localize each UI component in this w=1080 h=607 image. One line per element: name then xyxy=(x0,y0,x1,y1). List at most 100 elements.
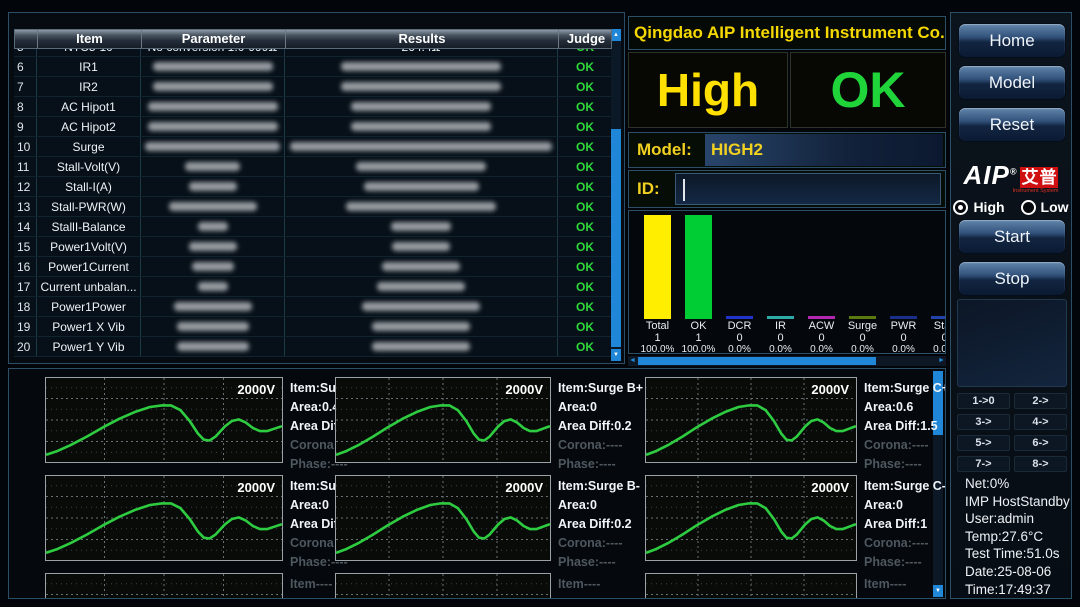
radio-high[interactable]: High xyxy=(953,199,1004,215)
parameter-cell xyxy=(141,277,285,296)
start-button[interactable]: Start xyxy=(958,219,1066,254)
item-cell: NTC5-10 xyxy=(37,49,141,56)
redacted-result xyxy=(392,242,450,251)
model-label: Model: xyxy=(629,133,703,167)
table-row[interactable]: 16Power1CurrentOK xyxy=(14,257,612,277)
parameter-cell xyxy=(141,257,285,276)
radio-icon[interactable] xyxy=(1021,200,1036,215)
table-row[interactable]: 13Stall-PWR(W)OK xyxy=(14,197,612,217)
stop-button[interactable]: Stop xyxy=(958,261,1066,296)
item-cell: Power1 X Vib xyxy=(37,317,141,336)
judge-cell: OK xyxy=(558,57,612,76)
waveform-phase-label: Phase:---- xyxy=(558,553,650,572)
item-cell: Power1Volt(V) xyxy=(37,237,141,256)
table-row[interactable]: 11Stall-Volt(V)OK xyxy=(14,157,612,177)
redacted-parameter xyxy=(185,162,240,171)
stat-label: Total xyxy=(646,320,669,332)
aip-logo: AIP® 艾普 Instrument System xyxy=(951,155,1071,195)
radio-label: Low xyxy=(1041,199,1069,215)
row-number: 6 xyxy=(14,57,37,76)
scroll-right-icon[interactable]: ► xyxy=(937,356,946,366)
stat-percent: 100.0% xyxy=(682,344,716,354)
scroll-left-icon[interactable]: ◄ xyxy=(628,356,637,366)
channel-button-7[interactable]: 7-> xyxy=(957,456,1010,472)
item-cell: Stall-PWR(W) xyxy=(37,197,141,216)
redacted-result xyxy=(364,182,479,191)
table-row[interactable]: 17Current unbalan...OK xyxy=(14,277,612,297)
results-cell xyxy=(285,257,558,276)
results-cell xyxy=(285,177,558,196)
table-row[interactable]: 15Power1Volt(V)OK xyxy=(14,237,612,257)
company-title: Qingdao AIP Intelligent Instrument Co.,L… xyxy=(628,16,946,50)
parameter-cell xyxy=(141,57,285,76)
scroll-down-icon[interactable]: ▼ xyxy=(611,349,621,361)
status-line: User:admin xyxy=(965,510,1069,528)
statistics-scroll-thumb[interactable] xyxy=(638,357,876,365)
channel-button-2[interactable]: 2-> xyxy=(1014,393,1067,409)
row-number: 18 xyxy=(14,297,37,316)
table-vertical-scrollbar[interactable]: ▲ ▼ xyxy=(611,29,621,361)
waveform-info: Item:Surge B+Area:0Area Diff:0.2Corona:-… xyxy=(558,377,650,474)
table-row[interactable]: 9AC Hipot2OK xyxy=(14,117,612,137)
text-caret xyxy=(683,179,685,201)
stat-bar-zone xyxy=(801,215,842,319)
table-row[interactable]: 10SurgeOK xyxy=(14,137,612,157)
home-button[interactable]: Home xyxy=(958,23,1066,58)
judge-result-display: OK xyxy=(790,52,946,128)
stat-column: Stall00.0% xyxy=(924,215,946,354)
status-line: Time:17:49:37 xyxy=(965,581,1069,599)
status-line: Test Time:51.0s xyxy=(965,545,1069,563)
redacted-result xyxy=(356,162,486,171)
judge-cell: OK xyxy=(558,177,612,196)
judge-cell: OK xyxy=(558,97,612,116)
parameter-cell xyxy=(141,137,285,156)
judge-result-text: OK xyxy=(831,61,906,119)
judge-cell: OK xyxy=(558,317,612,336)
row-number: 13 xyxy=(14,197,37,216)
channel-button-5[interactable]: 5-> xyxy=(957,435,1010,451)
row-number: 15 xyxy=(14,237,37,256)
statistics-horizontal-scrollbar[interactable]: ◄ ► xyxy=(628,356,946,366)
waveform-phase-label: Phase:---- xyxy=(558,455,650,474)
channel-button-8[interactable]: 8-> xyxy=(1014,456,1067,472)
message-panel xyxy=(957,299,1067,387)
id-input[interactable] xyxy=(675,173,941,205)
stat-bar-zone xyxy=(760,215,801,319)
results-cell xyxy=(285,317,558,336)
table-row[interactable]: 12Stall-I(A)OK xyxy=(14,177,612,197)
table-row: 5NTC5-10No conversion 1.0-999Ω264.4ΩOK xyxy=(14,49,612,57)
model-select[interactable]: HIGH2 xyxy=(705,134,943,166)
waveform-area-diff-label: Area Diff:1 xyxy=(864,515,946,534)
table-row[interactable]: 6IR1 OK xyxy=(14,57,612,77)
table-row[interactable]: 14StallI-BalanceOK xyxy=(14,217,612,237)
table-row[interactable]: 20Power1 Y VibOK xyxy=(14,337,612,357)
table-row[interactable]: 7IR2OK xyxy=(14,77,612,97)
radio-low[interactable]: Low xyxy=(1021,199,1069,215)
judge-cell: OK xyxy=(558,117,612,136)
model-button[interactable]: Model xyxy=(958,65,1066,100)
item-cell: Stall-I(A) xyxy=(37,177,141,196)
channel-button-3[interactable]: 3-> xyxy=(957,414,1010,430)
table-row[interactable]: 19Power1 X VibOK xyxy=(14,317,612,337)
stat-bar xyxy=(890,316,917,319)
waveform-area-label: Area:0.6 xyxy=(864,398,946,417)
item-cell: IR1 xyxy=(37,57,141,76)
item-cell: Stall-Volt(V) xyxy=(37,157,141,176)
stat-count: 0 xyxy=(818,332,824,344)
table-row[interactable]: 8AC Hipot1OK xyxy=(14,97,612,117)
channel-button-6[interactable]: 6-> xyxy=(1014,435,1067,451)
waveform-group: 2000VItem:Surge B+Area:0Area Diff:0.2Cor… xyxy=(335,377,650,474)
status-info-list: Net:0%IMP HostStandbyUser:adminTemp:27.6… xyxy=(965,475,1069,598)
judge-cell: OK xyxy=(558,217,612,236)
stat-count: 0 xyxy=(900,332,906,344)
table-scroll-thumb[interactable] xyxy=(611,129,621,347)
channel-button-1[interactable]: 1->0 xyxy=(957,393,1010,409)
redacted-parameter xyxy=(153,62,273,71)
reset-button[interactable]: Reset xyxy=(958,107,1066,142)
channel-button-4[interactable]: 4-> xyxy=(1014,414,1067,430)
redacted-result xyxy=(372,342,470,351)
redacted-result xyxy=(290,142,552,151)
stat-bar xyxy=(767,316,794,319)
radio-icon[interactable] xyxy=(953,200,968,215)
table-row[interactable]: 18Power1PowerOK xyxy=(14,297,612,317)
